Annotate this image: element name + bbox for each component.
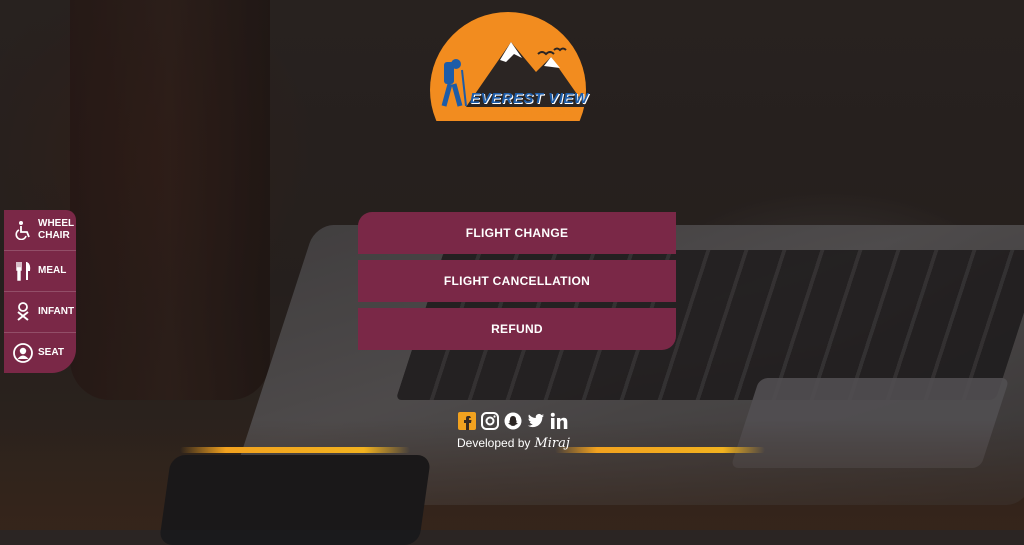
logo-bar <box>434 109 500 114</box>
side-item-label-line1: WHEEL <box>38 218 75 229</box>
side-services-panel: WHEEL CHAIR MEAL INFANT SEAT <box>4 210 76 373</box>
side-item-wheelchair[interactable]: WHEEL CHAIR <box>4 210 76 251</box>
developer-credit: Developed by Miraj <box>457 436 570 451</box>
side-item-seat[interactable]: SEAT <box>4 333 76 373</box>
refund-button[interactable]: REFUND <box>358 308 676 350</box>
snapchat-icon[interactable] <box>504 412 522 430</box>
side-item-label: SEAT <box>38 347 64 358</box>
logo[interactable]: EVEREST VIEW Travel & Tours <box>426 12 598 122</box>
flight-cancellation-button[interactable]: FLIGHT CANCELLATION <box>358 260 676 302</box>
developer-signature[interactable]: Miraj <box>534 436 569 451</box>
flight-change-button[interactable]: FLIGHT CHANGE <box>358 212 676 254</box>
logo-subtitle: Travel & Tours <box>502 106 573 118</box>
meal-icon <box>12 261 34 281</box>
brush-stroke-left <box>180 447 410 453</box>
infant-icon <box>12 302 34 322</box>
wheelchair-icon <box>12 220 34 240</box>
side-item-label: MEAL <box>38 265 67 276</box>
service-menu: FLIGHT CHANGE FLIGHT CANCELLATION REFUND <box>358 212 676 356</box>
brush-stroke-right <box>555 447 765 453</box>
linkedin-icon[interactable] <box>550 412 568 430</box>
developed-by-text: Developed by <box>457 436 531 450</box>
side-item-label-line2: CHAIR <box>38 230 70 241</box>
facebook-icon[interactable] <box>458 412 476 430</box>
side-item-label: INFANT <box>38 306 75 317</box>
logo-title: EVEREST VIEW <box>470 90 589 107</box>
social-links <box>458 412 568 430</box>
seat-icon <box>12 343 34 363</box>
side-item-meal[interactable]: MEAL <box>4 251 76 292</box>
instagram-icon[interactable] <box>481 412 499 430</box>
twitter-icon[interactable] <box>527 412 545 430</box>
side-item-infant[interactable]: INFANT <box>4 292 76 333</box>
